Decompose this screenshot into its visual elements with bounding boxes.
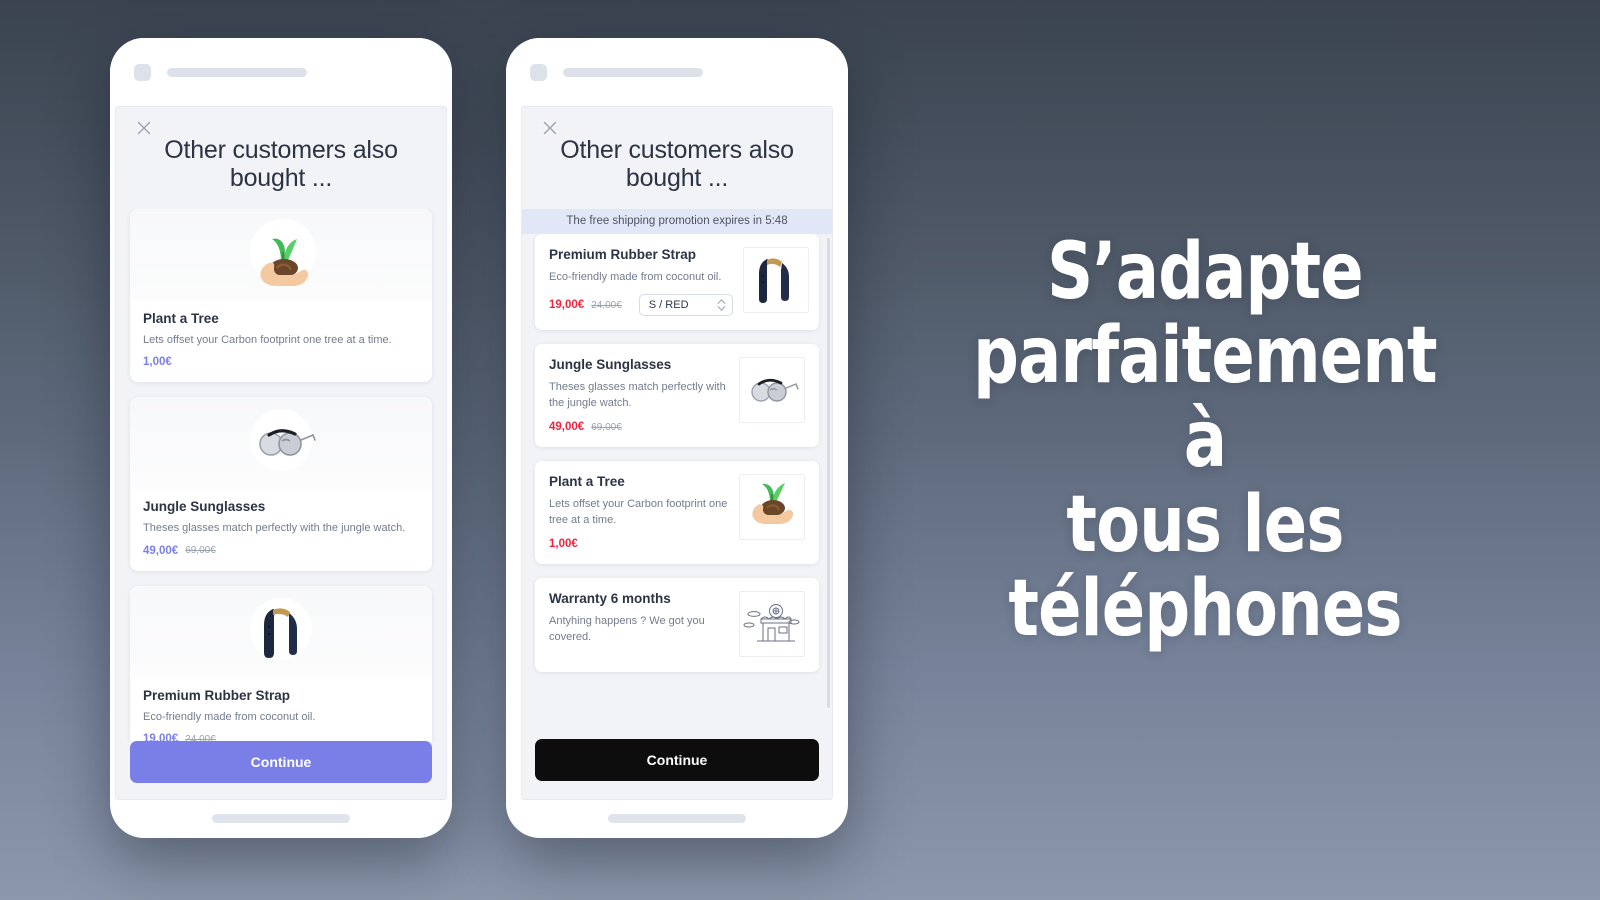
price-row: 19,00€ 24,00€ S / RED (549, 294, 733, 317)
phone-mockup-left: Other customers also bought ... Plant a … (110, 38, 452, 838)
product-card[interactable]: Premium Rubber Strap Eco-friendly made f… (130, 585, 432, 760)
home-indicator (212, 814, 350, 823)
product-card[interactable]: Plant a Tree Lets offset your Carbon foo… (130, 208, 432, 383)
upsell-modal: Other customers also bought ... The free… (521, 106, 833, 800)
product-name: Plant a Tree (143, 310, 219, 326)
product-card[interactable]: Premium Rubber Strap Eco-friendly made f… (535, 233, 819, 331)
product-description: Lets offset your Carbon footprint one tr… (549, 498, 728, 527)
app-logo-placeholder-icon (530, 63, 547, 81)
price-row: 1,00€ (549, 538, 729, 550)
headline-line-1: S’adapte (1047, 227, 1363, 317)
product-image-storefront-illustration (739, 591, 805, 658)
product-price: 49,00€ (143, 544, 179, 557)
product-description: Theses glasses match perfectly with the … (549, 381, 726, 410)
product-compare-price: 24,00€ (591, 299, 622, 311)
product-name: Warranty 6 months (549, 591, 671, 607)
marketing-headline: S’adapte parfaitement à tous les télépho… (955, 230, 1455, 651)
product-card[interactable]: Jungle Sunglasses Theses glasses match p… (130, 397, 432, 571)
product-description: Antyhing happens ? We got you covered. (549, 615, 705, 644)
price-row: 49,00€ 69,00€ (549, 421, 729, 433)
product-image-seedling-in-hand (130, 208, 432, 301)
product-price: 1,00€ (143, 356, 172, 369)
phone-app-topbar (110, 38, 452, 106)
scrollbar[interactable] (827, 237, 830, 708)
product-list[interactable]: Premium Rubber Strap Eco-friendly made f… (522, 233, 832, 785)
product-compare-price: 69,00€ (185, 545, 216, 557)
product-list[interactable]: Plant a Tree Lets offset your Carbon foo… (116, 208, 446, 800)
product-image-round-sunglasses (130, 397, 432, 490)
product-compare-price: 69,00€ (591, 421, 622, 433)
app-logo-placeholder-icon (134, 63, 151, 81)
product-name: Jungle Sunglasses (549, 357, 672, 373)
upsell-modal: Other customers also bought ... Plant a … (115, 106, 447, 800)
topbar-pill-placeholder (563, 67, 703, 77)
phone-mockup-right: Other customers also bought ... The free… (506, 38, 848, 838)
product-price: 1,00€ (549, 538, 578, 551)
close-icon[interactable] (135, 119, 153, 137)
headline-line-3: tous les (1066, 479, 1344, 570)
product-image-round-sunglasses (739, 357, 805, 424)
product-description: Eco-friendly made from coconut oil. (549, 270, 722, 283)
product-name: Premium Rubber Strap (549, 246, 697, 262)
product-card[interactable]: Plant a Tree Lets offset your Carbon foo… (535, 461, 819, 565)
product-description: Eco-friendly made from coconut oil. (143, 710, 316, 723)
product-image-navy-rubber-watch-strap (130, 585, 432, 678)
product-name: Premium Rubber Strap (143, 687, 291, 703)
variant-select-value: S / RED (648, 299, 689, 312)
product-card[interactable]: Warranty 6 months Antyhing happens ? We … (535, 578, 819, 673)
product-image-navy-rubber-watch-strap (742, 246, 809, 313)
variant-select[interactable]: S / RED (638, 294, 733, 317)
close-icon[interactable] (541, 119, 559, 137)
product-name: Jungle Sunglasses (143, 499, 266, 515)
price-row: 49,00€ 69,00€ (143, 545, 419, 557)
continue-button[interactable]: Continue (130, 741, 432, 783)
chevron-updown-icon (717, 299, 726, 312)
home-indicator (608, 814, 746, 823)
headline-line-4: téléphones (1008, 563, 1402, 654)
phone-app-topbar (506, 38, 848, 106)
modal-title: Other customers also bought ... (164, 136, 398, 193)
product-description: Lets offset your Carbon footprint one tr… (143, 333, 392, 346)
promo-countdown-banner: The free shipping promotion expires in 5… (522, 208, 832, 234)
product-name: Plant a Tree (549, 474, 625, 490)
product-image-seedling-in-hand (739, 474, 805, 541)
price-row: 1,00€ (143, 356, 419, 368)
product-price: 49,00€ (549, 421, 585, 434)
product-price: 19,00€ (549, 299, 585, 312)
modal-title: Other customers also bought ... (560, 136, 794, 193)
product-card[interactable]: Jungle Sunglasses Theses glasses match p… (535, 344, 819, 448)
topbar-pill-placeholder (167, 67, 307, 77)
continue-button[interactable]: Continue (535, 739, 819, 781)
product-description: Theses glasses match perfectly with the … (143, 522, 406, 535)
headline-line-2: parfaitement à (973, 311, 1437, 486)
